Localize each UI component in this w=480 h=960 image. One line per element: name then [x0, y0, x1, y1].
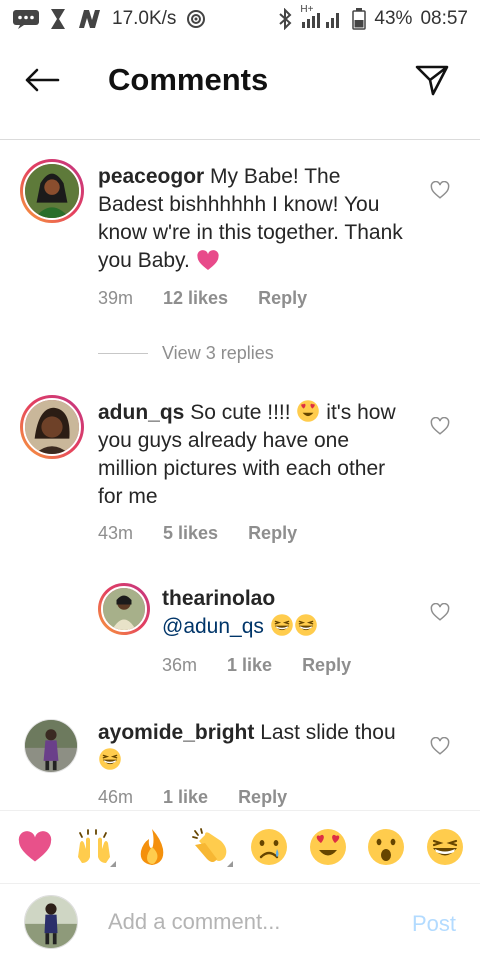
grinning-squinting-icon: [294, 613, 318, 637]
comment-item: peaceogor My Babe! The Badest bishhhhhh …: [0, 157, 480, 327]
status-bar: 17.0K/s H+ 43% 08:57: [0, 0, 480, 38]
surprised-face-icon: [368, 829, 405, 865]
comment-username[interactable]: peaceogor: [98, 165, 204, 188]
current-user-avatar: [24, 895, 78, 949]
reply-button[interactable]: Reply: [302, 655, 351, 676]
grinning-squinting-icon: [270, 613, 294, 637]
hotspot-icon: [186, 9, 206, 29]
hourglass-icon: [50, 8, 66, 30]
comment-body: ayomide_bright Last slide thou: [98, 719, 408, 775]
clock: 08:57: [420, 8, 468, 29]
heart-eyes-icon: [308, 827, 348, 867]
avatar[interactable]: [20, 395, 84, 459]
network-speed: 17.0K/s: [112, 8, 177, 29]
emoji-fire-button[interactable]: [130, 825, 174, 869]
reply-body: thearinolao @adun_qs: [162, 585, 402, 641]
avatar[interactable]: [24, 719, 78, 773]
comments-header: Comments: [0, 38, 480, 140]
view-replies-label: View 3 replies: [162, 343, 274, 363]
avatar[interactable]: [20, 159, 84, 223]
like-heart-icon[interactable]: [430, 603, 450, 621]
comment-composer: Post: [0, 885, 480, 960]
reply-meta: 36m 1 like Reply: [162, 655, 351, 676]
emoji-red-heart-button[interactable]: [13, 825, 57, 869]
comment-text: Last slide thou: [260, 721, 396, 744]
emoji-grinning-squinting-button[interactable]: [423, 825, 467, 869]
comment-likes[interactable]: 1 like: [163, 787, 208, 808]
share-button[interactable]: [412, 60, 452, 100]
app-n-icon: [76, 8, 102, 30]
post-button[interactable]: Post: [412, 911, 456, 937]
back-button[interactable]: [20, 62, 64, 98]
comment-time: 39m: [98, 288, 134, 308]
clapping-hands-icon: [191, 828, 227, 862]
raising-hands-icon: [77, 829, 110, 863]
reply-button[interactable]: Reply: [238, 787, 287, 808]
reply-button[interactable]: Reply: [248, 523, 297, 544]
comment-username[interactable]: adun_qs: [98, 401, 184, 424]
comment-meta: 46m 1 like Reply: [98, 787, 287, 808]
comment-body: adun_qs So cute !!!! it's how you guys a…: [98, 399, 408, 511]
emoji-heart-eyes-button[interactable]: [306, 825, 350, 869]
arrow-left-icon: [25, 68, 60, 92]
emoji-surprised-face-button[interactable]: [364, 825, 408, 869]
comment-item: adun_qs So cute !!!! it's how you guys a…: [0, 393, 480, 553]
variant-indicator: [109, 861, 116, 867]
red-heart-icon: [19, 831, 52, 862]
battery-percent: 43%: [374, 8, 413, 29]
view-replies-toggle[interactable]: View 3 replies: [98, 343, 274, 364]
reply-likes[interactable]: 1 like: [227, 655, 272, 676]
comment-likes[interactable]: 5 likes: [163, 523, 218, 544]
grinning-squinting-icon: [425, 827, 465, 867]
bluetooth-icon: [278, 8, 292, 30]
reply-button[interactable]: Reply: [258, 288, 307, 309]
fire-icon: [140, 829, 164, 865]
comment-body: peaceogor My Babe! The Badest bishhhhhh …: [98, 163, 408, 275]
add-comment-input[interactable]: [108, 903, 388, 941]
comment-username[interactable]: ayomide_bright: [98, 721, 254, 744]
reply-time: 36m: [162, 655, 198, 675]
comment-meta: 39m 12 likes Reply: [98, 288, 307, 309]
emoji-reaction-bar: [0, 810, 480, 884]
grinning-squinting-icon: [98, 747, 122, 771]
reply-item: thearinolao @adun_qs 36m 1 like Reply: [0, 581, 480, 691]
pink-heart-icon: [197, 250, 219, 271]
emoji-sad-face-button[interactable]: [247, 825, 291, 869]
chat-notification-icon: [12, 9, 40, 29]
comment-item: ayomide_bright Last slide thou 46m 1 lik…: [0, 717, 480, 809]
reply-mention[interactable]: @adun_qs: [162, 615, 264, 638]
battery-icon: [352, 8, 367, 30]
comment-time: 46m: [98, 787, 134, 807]
heart-eyes-icon: [296, 399, 320, 423]
network-type: H+: [300, 4, 314, 15]
emoji-clapping-hands-button[interactable]: [189, 825, 233, 869]
comments-list[interactable]: peaceogor My Babe! The Badest bishhhhhh …: [0, 141, 480, 809]
like-heart-icon[interactable]: [430, 737, 450, 755]
comment-time: 43m: [98, 523, 134, 543]
page-title: Comments: [108, 62, 269, 97]
comment-text-part1: So cute !!!!: [190, 401, 297, 424]
emoji-raising-hands-button[interactable]: [72, 825, 116, 869]
comment-likes[interactable]: 12 likes: [163, 288, 228, 309]
signal-icon: H+: [300, 4, 344, 30]
divider-line: [98, 353, 148, 354]
avatar[interactable]: [98, 583, 150, 635]
sad-face-icon: [251, 829, 288, 865]
variant-indicator: [226, 861, 233, 867]
like-heart-icon[interactable]: [430, 181, 450, 199]
reply-username[interactable]: thearinolao: [162, 585, 402, 613]
like-heart-icon[interactable]: [430, 417, 450, 435]
paper-plane-icon: [415, 65, 449, 96]
comment-meta: 43m 5 likes Reply: [98, 523, 297, 544]
